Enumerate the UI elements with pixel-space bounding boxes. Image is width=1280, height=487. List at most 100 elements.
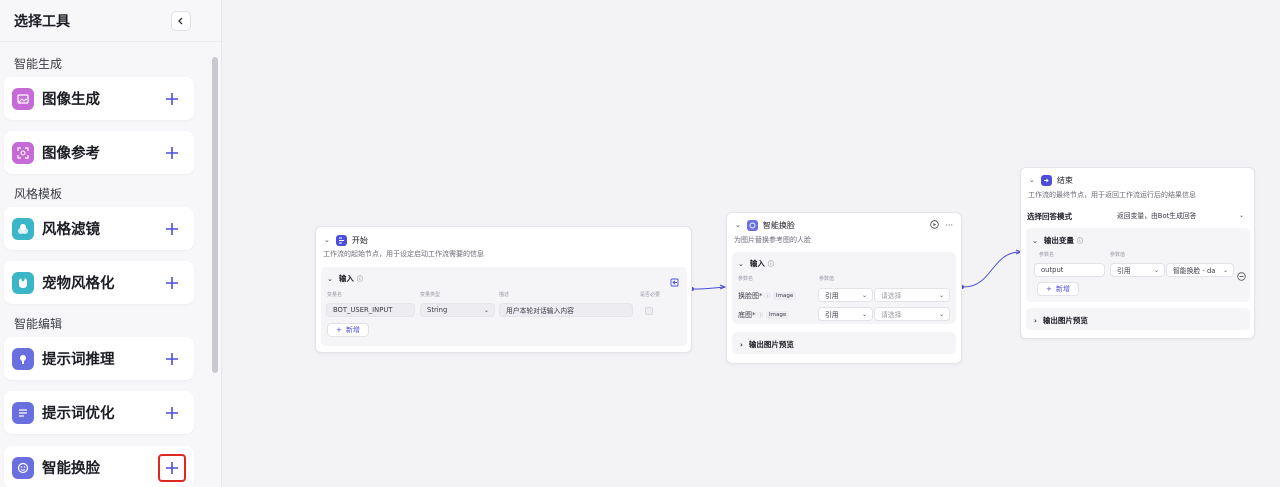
collapse-sidebar-button[interactable] <box>171 10 191 31</box>
ref-select[interactable]: 引用 ⌄ <box>818 307 873 321</box>
add-tool-button[interactable] <box>158 139 186 167</box>
pet-style-icon <box>12 271 34 294</box>
start-node[interactable]: ⌄ 开始 工作流的起始节点，用于设定启动工作流需要的信息 ⌄ 输入 ⓘ 变量名 … <box>315 226 692 353</box>
plus-icon: + <box>336 326 342 334</box>
image-reference-icon <box>12 141 34 164</box>
chevron-down-icon: ⌄ <box>1238 211 1244 219</box>
group-title-edit: 智能编辑 <box>14 317 63 331</box>
answer-mode-select[interactable]: 返回变量，由Bot生成回答 ⌄ <box>1111 208 1249 222</box>
plus-icon: + <box>1046 285 1052 293</box>
chevron-down-icon[interactable]: ⌄ <box>1029 176 1035 184</box>
column-header-name: 变量名 <box>327 292 343 298</box>
end-node[interactable]: ⌄ 结束 工作流的最终节点，用于返回工作流运行后的结果信息 选择回答模式 返回变… <box>1020 167 1255 339</box>
output-section-title: 输出变量 <box>1043 236 1074 245</box>
chevron-right-icon: › <box>740 340 743 349</box>
tool-sidebar: 选择工具 智能生成 图像生成 图像参考 风格模板 风格滤镜 宠物风格化 智能编辑… <box>0 0 222 487</box>
add-tool-button[interactable] <box>158 399 186 427</box>
workflow-canvas[interactable]: ⌄ 开始 工作流的起始节点，用于设定启动工作流需要的信息 ⌄ 输入 ⓘ 变量名 … <box>222 0 1280 487</box>
chevron-down-icon[interactable]: ⌄ <box>324 236 330 244</box>
add-variable-button[interactable]: + 新增 <box>327 323 369 337</box>
face-swap-icon <box>12 456 34 479</box>
prompt-reason-icon <box>12 347 34 370</box>
tool-label: 图像参考 <box>42 146 100 162</box>
input-section-title: 输入 <box>338 274 354 283</box>
type-tag: Image <box>773 292 797 300</box>
chevron-down-icon: ⌄ <box>1153 266 1159 274</box>
tool-card-prompt-reason[interactable]: 提示词推理 <box>4 337 194 380</box>
plus-icon <box>166 352 178 365</box>
chevron-left-icon <box>178 17 183 24</box>
chevron-down-icon[interactable]: ⌄ <box>327 275 333 283</box>
add-tool-button[interactable] <box>158 85 186 113</box>
chevron-down-icon: ⌄ <box>861 291 867 299</box>
variable-type-select[interactable]: String ⌄ <box>420 303 495 317</box>
value-select[interactable]: 请选择 ⌄ <box>874 307 950 321</box>
tool-label: 宠物风格化 <box>42 276 115 292</box>
info-icon: ⓘ <box>767 261 774 268</box>
face-swap-node[interactable]: ⌄ 智能换脸 ··· 为图片替换参考图的人脸 ⌄ 输入 ⓘ 参数名 参数值 换脸… <box>726 212 962 364</box>
run-icon[interactable] <box>930 219 940 231</box>
chevron-down-icon[interactable]: ⌄ <box>735 221 741 229</box>
tool-card-style-filter[interactable]: 风格滤镜 <box>4 207 194 250</box>
tool-label: 智能换脸 <box>42 461 100 477</box>
chevron-down-icon: ⌄ <box>861 310 867 318</box>
column-header-name: 参数名 <box>738 276 754 282</box>
tool-label: 风格滤镜 <box>42 222 100 238</box>
node-title: 智能换脸 <box>762 220 795 230</box>
plus-icon <box>166 222 178 235</box>
info-icon: ⓘ <box>764 294 771 300</box>
chevron-down-icon[interactable]: ⌄ <box>738 260 744 268</box>
chevron-right-icon: › <box>1034 316 1037 325</box>
add-tool-button[interactable] <box>158 345 186 373</box>
node-description: 工作流的最终节点，用于返回工作流运行后的结果信息 <box>1028 191 1196 199</box>
column-header-type: 变量类型 <box>420 292 441 298</box>
column-header-desc: 描述 <box>499 292 510 298</box>
ref-value-select[interactable]: 智能换脸 - da ⌄ <box>1166 263 1234 277</box>
ref-select[interactable]: 引用 ⌄ <box>1110 263 1165 277</box>
tool-label: 图像生成 <box>42 92 100 108</box>
tool-card-prompt-optimize[interactable]: 提示词优化 <box>4 391 194 434</box>
more-icon[interactable]: ··· <box>945 221 953 230</box>
param-row-base: 底图* ⓘ Image <box>738 310 790 320</box>
value-select[interactable]: 请选择 ⌄ <box>874 288 950 302</box>
tool-card-pet-style[interactable]: 宠物风格化 <box>4 261 194 304</box>
group-title-generate: 智能生成 <box>14 57 63 71</box>
column-header-required: 是否必要 <box>640 292 661 298</box>
tool-card-image-reference[interactable]: 图像参考 <box>4 131 194 174</box>
plus-icon <box>166 406 178 419</box>
output-preview-panel[interactable]: › 输出图片预览 <box>1026 308 1250 330</box>
variable-name-field[interactable]: BOT_USER_INPUT <box>326 303 415 317</box>
chevron-down-icon[interactable]: ⌄ <box>1032 237 1038 245</box>
face-swap-icon <box>746 219 758 231</box>
plus-icon <box>166 276 178 289</box>
add-tool-button[interactable] <box>158 215 186 243</box>
import-icon[interactable] <box>670 272 679 291</box>
answer-mode-label: 选择回答模式 <box>1027 212 1072 221</box>
input-panel: ⌄ 输入 ⓘ 参数名 参数值 换脸图* ⓘ Image 引用 ⌄ 请选择 ⌄ 底图*… <box>732 252 956 324</box>
chevron-down-icon: ⌄ <box>483 306 489 314</box>
input-section-title: 输入 <box>749 259 765 268</box>
prompt-optimize-icon <box>12 401 34 424</box>
ref-select[interactable]: 引用 ⌄ <box>818 288 873 302</box>
sidebar-scrollbar[interactable] <box>212 57 218 373</box>
node-description: 工作流的起始节点，用于设定启动工作流需要的信息 <box>323 250 484 258</box>
param-row-face: 换脸图* ⓘ Image <box>738 291 797 301</box>
tool-card-image-generate[interactable]: 图像生成 <box>4 77 194 120</box>
variable-desc-field[interactable]: 用户本轮对话输入内容 <box>499 303 633 317</box>
type-tag: Image <box>766 311 790 319</box>
info-icon: ⓘ <box>757 313 764 319</box>
output-preview-panel[interactable]: › 输出图片预览 <box>732 332 956 354</box>
add-output-button[interactable]: + 新增 <box>1037 282 1079 296</box>
sidebar-header: 选择工具 <box>0 0 221 42</box>
required-checkbox[interactable] <box>645 307 653 315</box>
plus-icon <box>166 146 178 159</box>
output-preview-title: 输出图片预览 <box>1042 316 1088 325</box>
tool-label: 提示词优化 <box>42 406 115 422</box>
remove-icon[interactable] <box>1237 266 1246 285</box>
output-name-field[interactable]: output <box>1034 263 1105 277</box>
add-tool-button[interactable] <box>158 453 186 482</box>
add-tool-button[interactable] <box>158 269 186 297</box>
tool-card-face-swap[interactable]: 智能换脸 <box>4 446 194 487</box>
column-header-value: 参数值 <box>819 276 835 282</box>
plus-icon <box>166 92 178 105</box>
